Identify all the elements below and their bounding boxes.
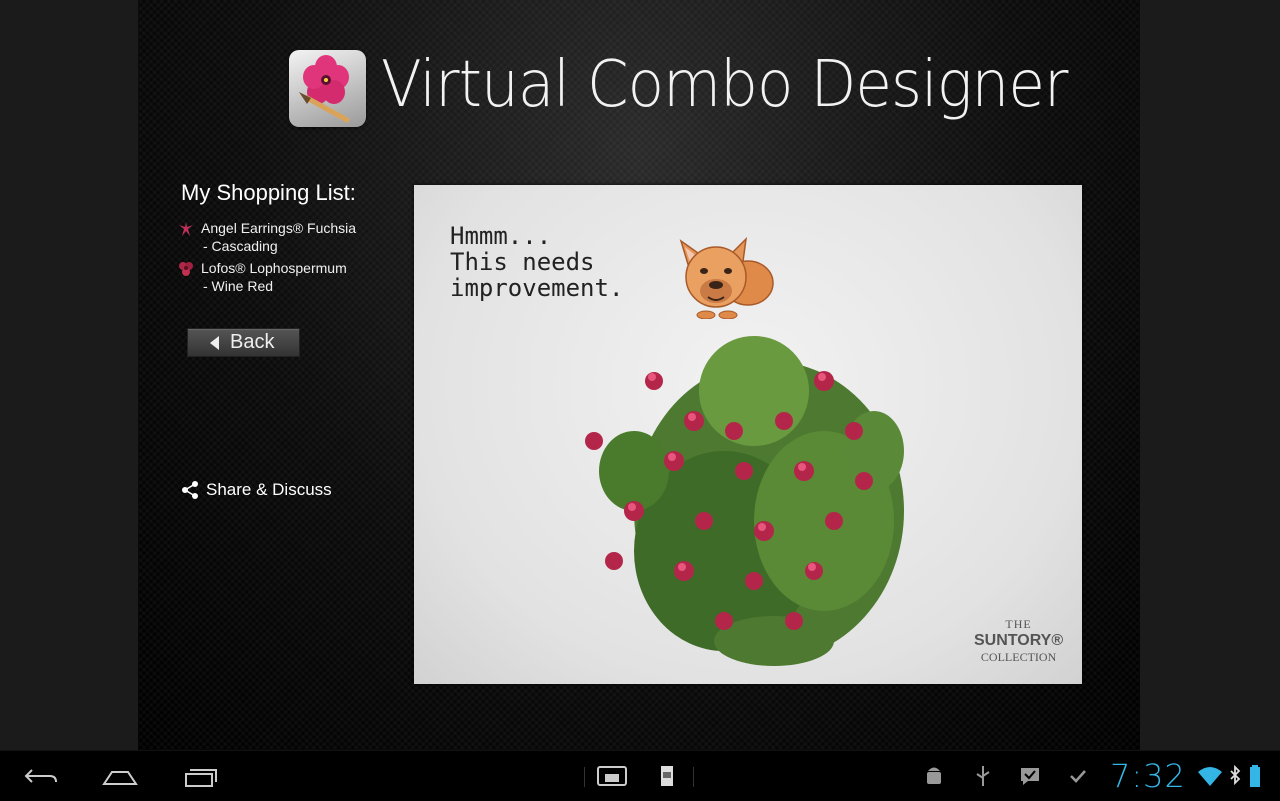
shopping-item-name: Lofos® Lophospermum <box>201 260 347 276</box>
shopping-item-name: Angel Earrings® Fuchsia <box>201 220 357 236</box>
brand-line: COLLECTION <box>980 650 1057 664</box>
app-logo-icon <box>289 50 366 127</box>
app-title: Virtual Combo Designer <box>381 48 1068 122</box>
screen-compat-icon[interactable] <box>596 764 628 788</box>
usb-icon <box>976 766 990 786</box>
brand-line: THE <box>1005 617 1032 631</box>
speech-line: improvement. <box>450 274 624 302</box>
clock: 7:32 <box>1110 757 1186 795</box>
back-button-label: Back <box>230 331 275 353</box>
back-button[interactable]: Back <box>187 328 300 357</box>
chat-icon <box>1021 768 1039 785</box>
share-icon <box>182 481 198 499</box>
android-debug-icon <box>927 767 941 784</box>
bluetooth-icon <box>1230 764 1241 786</box>
wifi-icon <box>1198 767 1222 786</box>
share-discuss-label: Share & Discuss <box>206 480 332 499</box>
design-canvas[interactable]: Hmmm... This needs improvement. THE SUNT… <box>414 185 1082 684</box>
check-icon <box>1070 770 1086 783</box>
fuchsia-flower-icon <box>179 222 193 236</box>
speech-text: Hmmm... This needs improvement. <box>450 223 623 301</box>
separator <box>693 767 694 787</box>
brand-line: SUNTORY® <box>974 632 1064 649</box>
battery-icon <box>1250 765 1260 787</box>
suntory-collection-logo: THE SUNTORY® COLLECTION <box>974 617 1063 665</box>
right-margin <box>1140 0 1280 750</box>
bulldog-mascot-icon <box>679 236 774 319</box>
back-icon[interactable] <box>22 764 60 788</box>
shopping-item-variant: - Cascading <box>203 238 278 254</box>
separator <box>584 767 585 787</box>
lophospermum-flower-icon <box>179 262 193 276</box>
home-icon[interactable] <box>100 764 140 788</box>
speech-line: Hmmm... <box>450 222 552 250</box>
app-window: Virtual Combo Designer My Shopping List:… <box>138 0 1140 750</box>
shopping-item-variant: - Wine Red <box>203 278 274 294</box>
system-navigation-bar: 7:32 <box>0 750 1280 801</box>
back-arrow-icon <box>210 336 219 350</box>
recent-apps-icon[interactable] <box>182 764 220 788</box>
left-margin <box>0 0 138 750</box>
sd-card-icon[interactable] <box>658 764 676 788</box>
shopping-list-heading: My Shopping List: <box>181 180 356 205</box>
speech-line: This needs <box>450 248 595 276</box>
hanging-basket-plant[interactable] <box>574 321 934 671</box>
